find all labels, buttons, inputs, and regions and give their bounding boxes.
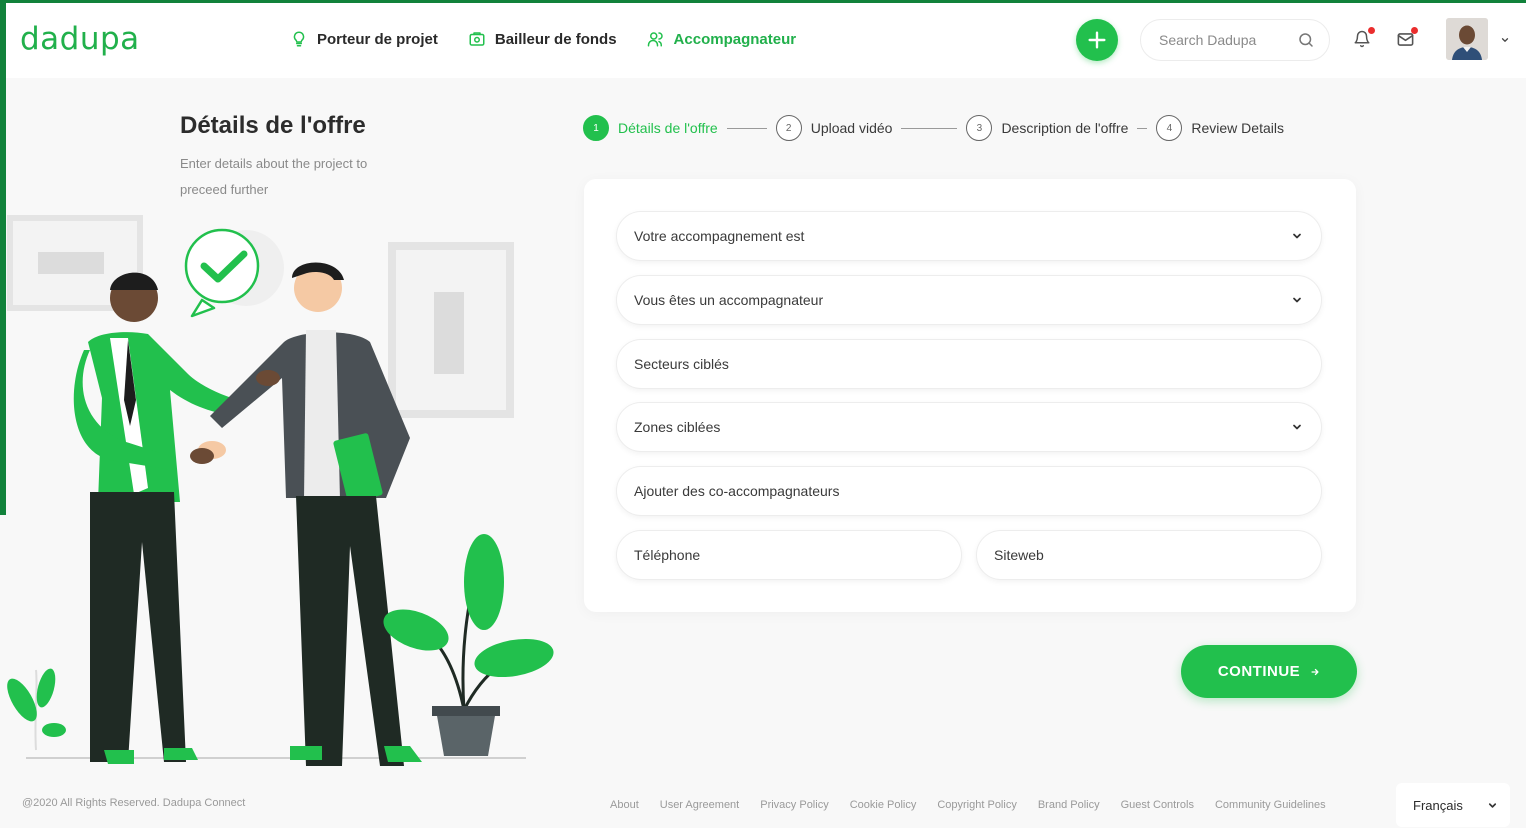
field-label: Votre accompagnement est <box>634 228 805 244</box>
footer-link-user-agreement[interactable]: User Agreement <box>660 799 739 811</box>
notifications-button[interactable] <box>1353 27 1375 50</box>
chevron-down-icon <box>1293 424 1301 430</box>
arrow-right-icon <box>1311 668 1319 675</box>
accompagnateur-type-select[interactable]: Vous êtes un accompagnateur <box>616 275 1322 325</box>
avatar-image <box>1446 18 1488 60</box>
step-label: Upload vidéo <box>810 120 893 136</box>
page-subtitle: Enter details about the project to prece… <box>180 156 368 197</box>
field-label: Ajouter des co-accompagnateurs <box>634 483 840 499</box>
footer-link-community-guidelines[interactable]: Community Guidelines <box>1215 799 1326 811</box>
step-connector <box>1137 127 1148 129</box>
step-label: Description de l'offre <box>1001 120 1129 136</box>
plus-icon <box>1088 31 1106 49</box>
main-nav: Porteur de projet Bailleur de fonds Acco… <box>290 30 796 48</box>
chevron-down-icon <box>1293 233 1301 239</box>
add-button[interactable] <box>1076 19 1118 61</box>
handshake-illustration <box>7 215 554 766</box>
step-connector <box>726 127 767 129</box>
zones-ciblees-select[interactable]: Zones ciblées <box>616 402 1322 452</box>
step-details-offre[interactable]: 1 Détails de l'offre <box>583 115 718 141</box>
page-title: Détails de l'offre <box>180 112 366 139</box>
footer-link-copyright-policy[interactable]: Copyright Policy <box>937 799 1016 811</box>
progress-stepper: 1 Détails de l'offre 2 Upload vidéo 3 De… <box>583 115 1284 141</box>
language-select[interactable]: Français <box>1396 783 1510 827</box>
footer-link-privacy-policy[interactable]: Privacy Policy <box>760 799 828 811</box>
money-icon <box>469 32 485 46</box>
field-label: Secteurs ciblés <box>634 356 729 372</box>
lightbulb-icon <box>293 31 305 47</box>
telephone-input[interactable]: Téléphone <box>616 530 962 580</box>
nav-accompagnateur[interactable]: Accompagnateur <box>647 30 797 48</box>
field-label: Vous êtes un accompagnateur <box>634 292 824 308</box>
nav-label: Bailleur de fonds <box>494 30 617 48</box>
nav-label: Porteur de projet <box>317 30 438 48</box>
search-box <box>1140 19 1330 61</box>
step-number: 1 <box>583 115 609 141</box>
secteurs-cibles-input[interactable]: Secteurs ciblés <box>616 339 1322 389</box>
step-review-details[interactable]: 4 Review Details <box>1156 115 1284 141</box>
step-number: 3 <box>966 115 993 141</box>
nav-porteur-de-projet[interactable]: Porteur de projet <box>290 30 438 48</box>
messages-button[interactable] <box>1396 27 1418 50</box>
siteweb-input[interactable]: Siteweb <box>976 530 1322 580</box>
nav-label: Accompagnateur <box>673 30 797 48</box>
field-label: Siteweb <box>994 547 1044 563</box>
step-description-offre[interactable]: 3 Description de l'offre <box>966 115 1128 141</box>
field-label: Zones ciblées <box>634 419 721 435</box>
field-label: Téléphone <box>634 547 701 563</box>
footer-links: About User Agreement Privacy Policy Cook… <box>610 799 1326 811</box>
step-connector <box>901 127 958 129</box>
footer-link-brand-policy[interactable]: Brand Policy <box>1038 799 1100 811</box>
nav-bailleur-de-fonds[interactable]: Bailleur de fonds <box>468 30 617 48</box>
footer-copyright: @2020 All Rights Reserved. Dadupa Connec… <box>22 797 246 809</box>
search-input[interactable] <box>1159 32 1289 48</box>
message-dot <box>1411 27 1418 34</box>
step-label: Détails de l'offre <box>618 120 718 136</box>
chevron-down-icon[interactable] <box>1500 35 1510 45</box>
chevron-down-icon <box>1488 802 1497 808</box>
continue-button[interactable]: CONTINUE <box>1181 645 1357 698</box>
footer-link-cookie-policy[interactable]: Cookie Policy <box>850 799 917 811</box>
top-header: dadupa Porteur de projet Bailleur de fon… <box>6 3 1526 78</box>
co-accompagnateurs-input[interactable]: Ajouter des co-accompagnateurs <box>616 466 1322 516</box>
step-number: 2 <box>775 115 802 141</box>
accompagnement-select[interactable]: Votre accompagnement est <box>616 211 1322 261</box>
step-upload-video[interactable]: 2 Upload vidéo <box>775 115 893 141</box>
search-icon[interactable] <box>1297 31 1315 49</box>
language-label: Français <box>1413 797 1463 813</box>
step-label: Review Details <box>1191 120 1284 136</box>
footer-link-about[interactable]: About <box>610 799 639 811</box>
dadupa-logo[interactable]: dadupa <box>20 21 140 57</box>
continue-label: CONTINUE <box>1217 663 1301 680</box>
footer-link-guest-controls[interactable]: Guest Controls <box>1121 799 1194 811</box>
users-icon <box>647 32 663 47</box>
notification-dot <box>1368 27 1375 34</box>
user-avatar[interactable] <box>1446 18 1488 60</box>
step-number: 4 <box>1156 115 1183 141</box>
offer-details-form: Votre accompagnement est Vous êtes un ac… <box>584 179 1356 612</box>
chevron-down-icon <box>1293 297 1301 303</box>
